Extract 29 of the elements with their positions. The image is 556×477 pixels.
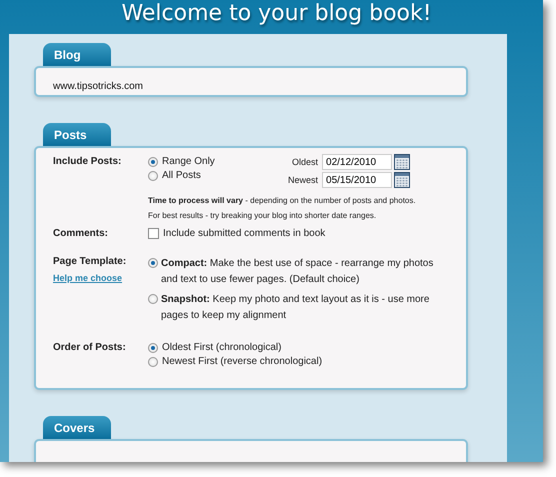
option-label: Oldest First (chronological) xyxy=(162,342,282,353)
date-label: Newest xyxy=(288,175,318,185)
option-description: Snapshot: Keep my photo and text layout as it is - use more pages to keep my alignment xyxy=(161,293,430,323)
option-label: Range Only xyxy=(162,156,215,167)
page-title: Welcome to your blog book! xyxy=(120,0,433,28)
calendar-icon[interactable] xyxy=(394,154,410,170)
radio-button[interactable] xyxy=(148,156,158,166)
help-link[interactable]: Help me choose xyxy=(53,273,122,283)
option-label: Include submitted comments in book xyxy=(163,228,326,239)
note-text: For best results - try breaking your blog into shorter date ranges. xyxy=(148,211,378,220)
radio-button[interactable] xyxy=(148,342,158,352)
date-label: Oldest xyxy=(292,157,318,167)
checkbox[interactable] xyxy=(148,228,159,239)
option-label: All Posts xyxy=(162,170,201,181)
field-label: Page Template: xyxy=(53,256,128,267)
date-field[interactable]: 02/12/2010 xyxy=(322,154,392,170)
option-label: Newest First (reverse chronological) xyxy=(162,356,322,367)
radio-button[interactable] xyxy=(148,170,158,180)
note-text: Time to process will vary - depending on the number of posts and photos. xyxy=(148,196,416,205)
radio-button[interactable] xyxy=(148,258,158,268)
radio-button[interactable] xyxy=(148,356,158,366)
calendar-icon[interactable] xyxy=(394,172,410,188)
blog-url: www.tipsotricks.com xyxy=(53,81,144,92)
option-description: Compact: Make the best use of space - rearrange my photos and text to use fewer pages. (Default choice) xyxy=(161,257,434,287)
date-field[interactable]: 05/15/2010 xyxy=(322,172,392,188)
radio-button[interactable] xyxy=(148,294,158,304)
field-label: Order of Posts: xyxy=(53,342,127,355)
field-label: Include Posts: xyxy=(53,156,122,169)
field-label: Comments: xyxy=(53,228,110,239)
